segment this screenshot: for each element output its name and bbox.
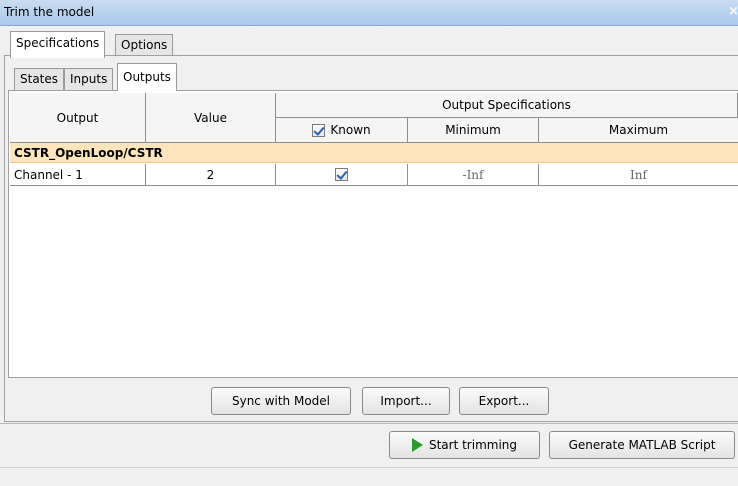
tab-specifications-label: Specifications (16, 36, 100, 50)
table-row-minimum[interactable]: -Inf (408, 164, 539, 186)
status-divider (0, 467, 738, 468)
table-row-known[interactable] (276, 164, 408, 186)
sync-with-model-label: Sync with Model (231, 394, 331, 408)
start-trimming-label: Start trimming (428, 438, 518, 452)
sync-with-model-button[interactable]: Sync with Model (211, 387, 351, 415)
table-row-maximum[interactable]: Inf (539, 164, 738, 186)
header-minimum-label: Minimum (445, 123, 501, 137)
tab-states[interactable]: States (14, 68, 65, 90)
header-known-label: Known (330, 123, 371, 137)
group-row: CSTR_OpenLoop/CSTR (10, 143, 738, 163)
header-value-label: Value (194, 110, 227, 125)
import-label: Import... (380, 394, 432, 408)
close-icon[interactable]: × (728, 2, 738, 22)
tab-options-label: Options (121, 38, 168, 52)
play-icon (411, 438, 423, 452)
tab-specifications[interactable]: Specifications (10, 31, 106, 58)
table-row-value[interactable]: 2 (146, 164, 276, 186)
header-known[interactable]: Known (276, 118, 408, 143)
header-minimum[interactable]: Minimum (408, 118, 539, 143)
output-name: Channel - 1 (14, 167, 83, 182)
header-output-specifications-label: Output Specifications (442, 98, 571, 112)
divider (0, 423, 738, 424)
header-maximum[interactable]: Maximum (539, 118, 738, 143)
start-trimming-button[interactable]: Start trimming (389, 431, 540, 459)
header-value[interactable]: Value (146, 93, 276, 143)
known-header-checkbox-icon[interactable] (312, 123, 326, 137)
table-row-output: Channel - 1 (10, 164, 146, 186)
output-value[interactable]: 2 (207, 168, 215, 182)
tab-states-label: States (20, 72, 59, 86)
tab-inputs[interactable]: Inputs (64, 68, 114, 90)
header-output[interactable]: Output (10, 93, 146, 143)
window-title: Trim the model (4, 5, 95, 19)
known-checkbox-icon[interactable] (335, 168, 348, 181)
header-maximum-label: Maximum (608, 123, 669, 137)
export-label: Export... (478, 394, 530, 408)
generate-matlab-script-button[interactable]: Generate MATLAB Script (549, 431, 735, 459)
tab-inputs-label: Inputs (70, 72, 108, 86)
tab-outputs[interactable]: Outputs (117, 63, 177, 91)
maximum-value[interactable]: Inf (630, 168, 647, 182)
header-output-specifications: Output Specifications (276, 93, 738, 118)
import-button[interactable]: Import... (362, 387, 450, 415)
tab-options[interactable]: Options (115, 34, 174, 55)
export-button[interactable]: Export... (459, 387, 549, 415)
output-specifications-table: Output Value Output Specifications Known… (10, 93, 738, 376)
generate-matlab-script-label: Generate MATLAB Script (568, 438, 716, 452)
tab-outputs-label: Outputs (123, 70, 171, 84)
header-output-label: Output (56, 110, 99, 125)
minimum-value[interactable]: -Inf (463, 168, 484, 182)
title-bar: Trim the model × (0, 0, 738, 26)
